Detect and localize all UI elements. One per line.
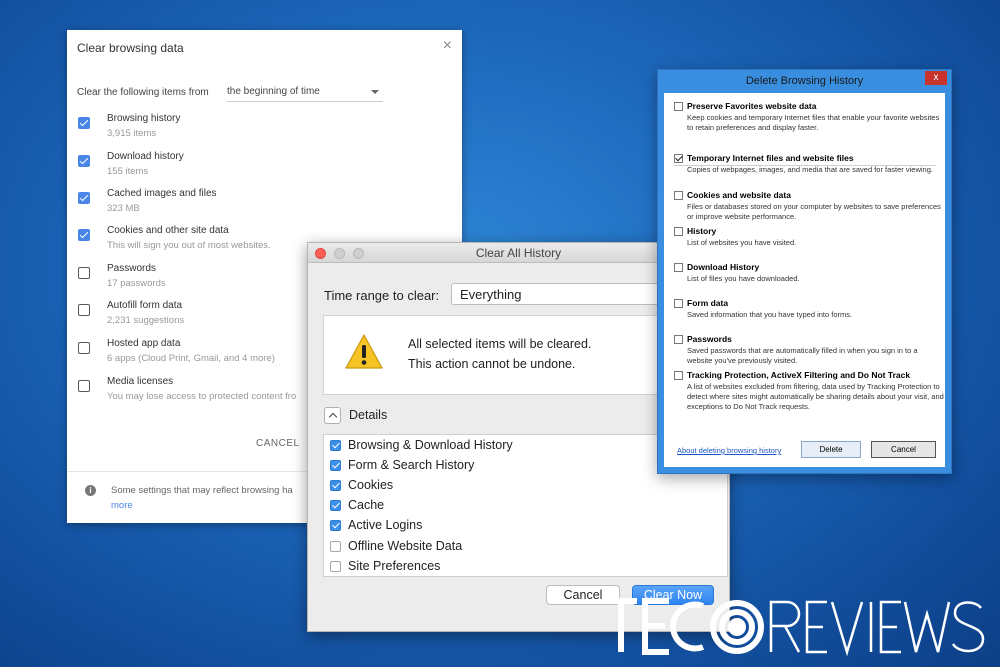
checkbox-label: Tracking Protection, ActiveX Filtering a… xyxy=(687,370,911,380)
checkbox-label: Cache xyxy=(348,498,385,512)
checkbox-label: Cookies xyxy=(348,478,394,492)
cancel-button[interactable]: CANCEL xyxy=(256,438,300,449)
warning-message: This action cannot be undone. xyxy=(408,357,576,371)
checkbox-description: List of files you have downloaded. xyxy=(687,274,800,283)
checkbox-description: Copies of webpages, images, and media th… xyxy=(687,165,933,174)
checkbox[interactable] xyxy=(78,304,90,316)
checkbox-label: Form & Search History xyxy=(348,458,475,472)
checkbox-label: Active Logins xyxy=(348,518,423,532)
checkbox-sublabel: 155 items xyxy=(107,166,149,177)
checkbox[interactable] xyxy=(330,520,341,531)
checkbox-label: Browsing history xyxy=(107,113,181,124)
cancel-button[interactable]: Cancel xyxy=(871,441,936,458)
checkbox-label: Form data xyxy=(687,298,729,308)
watermark-logo xyxy=(605,598,985,657)
checkbox-label: Offline Website Data xyxy=(348,539,463,553)
checkbox[interactable] xyxy=(674,102,683,111)
info-icon: i xyxy=(85,485,96,496)
checkbox-label: Media licenses xyxy=(107,376,174,387)
checkbox[interactable] xyxy=(78,267,90,279)
checkbox[interactable] xyxy=(330,460,341,471)
checkbox-description: Saved information that you have typed in… xyxy=(687,310,853,319)
checkbox[interactable] xyxy=(78,192,90,204)
close-icon[interactable]: x xyxy=(925,71,947,85)
checkbox-label: History xyxy=(687,226,717,236)
checkbox[interactable] xyxy=(674,227,683,236)
dialog-title: Delete Browsing History xyxy=(745,75,864,87)
checkbox-label: Cookies and website data xyxy=(687,190,791,200)
checkbox-label: Passwords xyxy=(687,334,732,344)
checkbox-label: Site Preferences xyxy=(348,559,441,573)
about-link[interactable]: About deleting browsing history xyxy=(677,446,781,455)
checkbox[interactable] xyxy=(330,500,341,511)
checkbox-sublabel: 2,231 suggestions xyxy=(107,315,185,326)
list-item[interactable]: Browsing & Download History xyxy=(330,437,710,455)
checkbox-label: Autofill form data xyxy=(107,300,183,311)
warning-icon xyxy=(345,334,383,369)
list-item[interactable]: Site Preferences xyxy=(330,558,710,576)
time-range-select[interactable]: the beginning of time xyxy=(227,82,383,102)
footer-note: Some settings that may reflect browsing … xyxy=(111,485,293,496)
checkbox-label: Download history xyxy=(107,151,184,162)
checkbox[interactable] xyxy=(330,440,341,451)
checkbox[interactable] xyxy=(674,299,683,308)
ie-delete-browsing-history-dialog: Delete Browsing History x Preserve Favor… xyxy=(657,69,952,474)
checkbox-sublabel: 17 passwords xyxy=(107,278,166,289)
checkbox-description: List of websites you have visited. xyxy=(687,238,797,247)
list-item[interactable]: Cache xyxy=(330,497,710,515)
checkbox-label: Browsing & Download History xyxy=(348,438,513,452)
checkbox[interactable] xyxy=(330,480,341,491)
time-range-label: Time range to clear: xyxy=(324,288,440,303)
time-range-label: Clear the following items from xyxy=(77,87,209,98)
checkbox-label: Download History xyxy=(687,262,760,272)
checkbox-sublabel: 3,915 items xyxy=(107,128,157,139)
dropdown-arrow-icon xyxy=(371,90,379,94)
checkbox[interactable] xyxy=(674,335,683,344)
checkbox[interactable] xyxy=(674,263,683,272)
close-icon[interactable]: × xyxy=(443,38,452,54)
checkbox-label: Passwords xyxy=(107,263,156,274)
checkbox-label: Hosted app data xyxy=(107,338,181,349)
checkbox[interactable] xyxy=(78,229,90,241)
checkbox-label: Preserve Favorites website data xyxy=(687,101,817,111)
list-item[interactable]: Active Logins xyxy=(330,517,710,535)
checkbox[interactable] xyxy=(674,154,683,163)
delete-button[interactable]: Delete xyxy=(801,441,861,458)
checkbox[interactable] xyxy=(674,191,683,200)
checkbox[interactable] xyxy=(674,371,683,380)
checkbox-label: Cached images and files xyxy=(107,188,217,199)
learn-more-link[interactable]: more xyxy=(111,500,133,511)
checkbox-sublabel: 6 apps (Cloud Print, Gmail, and 4 more) xyxy=(107,353,275,364)
checkbox-description: Files or databases stored on your comput… xyxy=(687,202,941,221)
checkbox-description: Saved passwords that are automatically f… xyxy=(687,346,918,365)
list-item[interactable]: Form & Search History xyxy=(330,457,710,475)
warning-message: All selected items will be cleared. xyxy=(408,337,592,351)
checkbox[interactable] xyxy=(330,561,341,572)
checkbox-item[interactable]: Download history 155 items xyxy=(77,151,457,185)
checkbox-description: A list of websites excluded from filteri… xyxy=(687,382,944,411)
checkbox-sublabel: This will sign you out of most websites. xyxy=(107,240,271,251)
checkbox-sublabel: 323 MB xyxy=(107,203,140,214)
dialog-title: Clear browsing data xyxy=(77,41,184,55)
list-item[interactable]: Offline Website Data xyxy=(330,538,710,556)
checkbox[interactable] xyxy=(330,541,341,552)
checkbox-item[interactable]: Browsing history 3,915 items xyxy=(77,113,457,147)
checkbox-item[interactable]: Cached images and files 323 MB xyxy=(77,188,457,222)
checkbox[interactable] xyxy=(78,380,90,392)
list-item[interactable]: Cookies xyxy=(330,477,710,495)
time-range-value: the beginning of time xyxy=(227,86,320,97)
details-label: Details xyxy=(349,408,388,422)
checkbox-sublabel: You may lose access to protected content… xyxy=(107,391,297,402)
checkbox[interactable] xyxy=(78,155,90,167)
dialog-body: Preserve Favorites website data Keep coo… xyxy=(664,93,945,467)
checkbox-label: Temporary Internet files and website fil… xyxy=(687,153,854,163)
checkbox[interactable] xyxy=(78,342,90,354)
checkbox-label: Cookies and other site data xyxy=(107,225,229,236)
checkbox[interactable] xyxy=(78,117,90,129)
disclosure-chevron-up-icon[interactable] xyxy=(324,407,341,424)
checkbox-description: Keep cookies and temporary Internet file… xyxy=(687,113,940,132)
